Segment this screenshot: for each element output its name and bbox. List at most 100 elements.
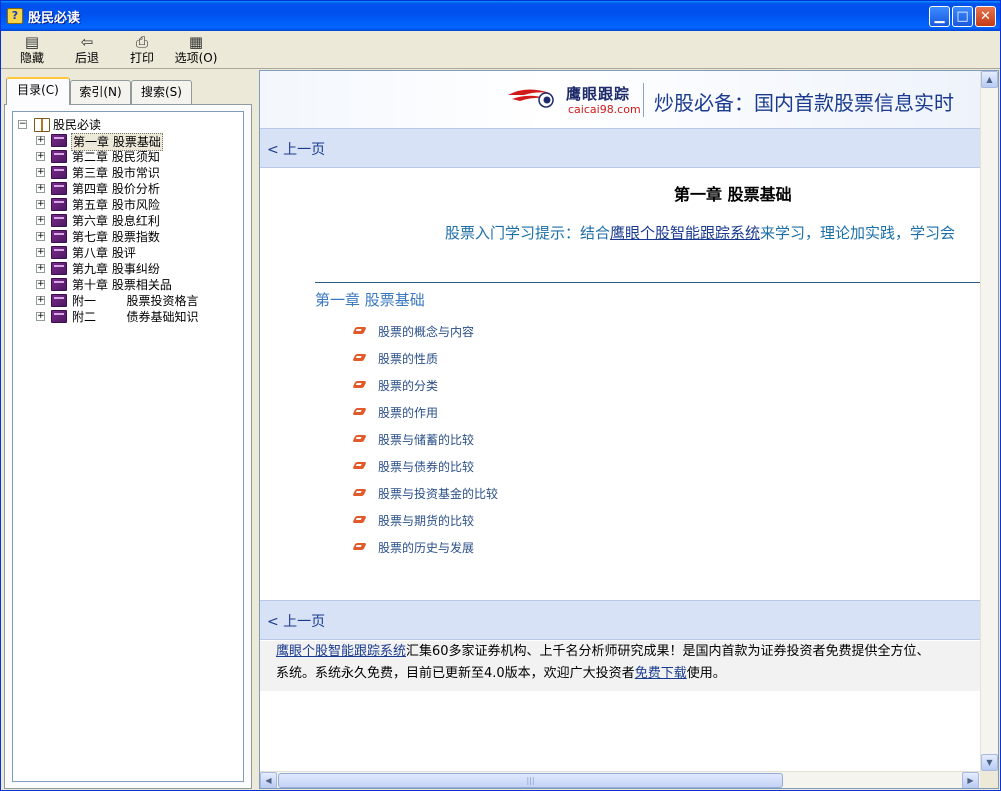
- help-file-icon: ?: [7, 8, 23, 24]
- horizontal-scroll-thumb[interactable]: |||: [278, 773, 783, 788]
- expand-icon[interactable]: +: [36, 184, 45, 193]
- tree-item[interactable]: + 第二章 股民须知: [13, 149, 243, 165]
- tree-item[interactable]: + 第六章 股息红利: [13, 213, 243, 229]
- footer-text-1: 汇集60多家证券机构、上千名分析师研究成果！是国内首款为证券投资者免费提供全方位…: [406, 644, 930, 659]
- tree-item-label: 第五章 股市风险: [72, 198, 160, 212]
- prev-page-link-bottom[interactable]: < 上一页: [267, 611, 325, 631]
- tree-item[interactable]: + 附二 债券基础知识: [13, 309, 243, 325]
- minimize-button[interactable]: ▁: [929, 6, 950, 27]
- expand-icon[interactable]: +: [36, 296, 45, 305]
- expand-icon[interactable]: +: [36, 216, 45, 225]
- tree-item-label: 第八章 股评: [72, 246, 136, 260]
- toc-item-label[interactable]: 股票与投资基金的比较: [378, 485, 498, 503]
- options-icon: ▦: [188, 33, 204, 51]
- expand-icon[interactable]: +: [36, 200, 45, 209]
- pencil-bullet-icon: [352, 489, 367, 496]
- book-icon: [51, 198, 67, 211]
- tree-item[interactable]: + 第四章 股价分析: [13, 181, 243, 197]
- tree-item[interactable]: + 第十章 股票相关品: [13, 277, 243, 293]
- tab-contents[interactable]: 目录(C): [6, 77, 70, 105]
- hide-button-label: 隐藏: [19, 51, 44, 65]
- collapse-icon[interactable]: −: [18, 120, 27, 129]
- toc-item-label[interactable]: 股票的作用: [378, 404, 438, 422]
- scroll-left-icon[interactable]: ◀: [260, 772, 277, 788]
- footer-line-2: 系统。系统永久免费，目前已更新至4.0版本，欢迎广大投资者免费下载使用。: [276, 663, 980, 685]
- vertical-scrollbar[interactable]: ▲ ▼: [980, 71, 998, 771]
- tree-item[interactable]: + 第七章 股票指数: [13, 229, 243, 245]
- print-button[interactable]: ⎙ 打印: [125, 33, 159, 69]
- toc-item-label[interactable]: 股票与储蓄的比较: [378, 431, 474, 449]
- tab-search[interactable]: 搜索(S): [131, 80, 192, 104]
- footer-line-1: 鹰眼个股智能跟踪系统汇集60多家证券机构、上千名分析师研究成果！是国内首款为证券…: [276, 641, 980, 663]
- book-icon: [51, 230, 67, 243]
- promo-footer: 鹰眼个股智能跟踪系统汇集60多家证券机构、上千名分析师研究成果！是国内首款为证券…: [260, 641, 980, 691]
- maximize-button[interactable]: □: [952, 6, 973, 27]
- contents-panel: − 股民必读 + 第一章 股票基础 + 第二章 股民须知 + 第三章 股市常识 …: [4, 104, 252, 789]
- book-icon: [51, 214, 67, 227]
- navigation-pane: 目录(C) 索引(N) 搜索(S) − 股民必读 + 第一章 股票基础 + 第二…: [4, 73, 252, 789]
- toc-item-label[interactable]: 股票与期货的比较: [378, 512, 474, 530]
- eagle-eye-logo-icon: [508, 89, 554, 108]
- top-nav-bar: < 上一页: [260, 128, 980, 168]
- scroll-up-icon[interactable]: ▲: [981, 71, 998, 88]
- toolbar: ▤ 隐藏 ⇦ 后退 ⎙ 打印 ▦ 选项(O): [1, 31, 1000, 69]
- free-download-link[interactable]: 免费下载: [635, 666, 687, 681]
- toc-item-label[interactable]: 股票的概念与内容: [378, 323, 474, 341]
- tracking-system-link[interactable]: 鹰眼个股智能跟踪系统: [610, 224, 760, 242]
- tree-item[interactable]: + 第三章 股市常识: [13, 165, 243, 181]
- book-icon: [51, 166, 67, 179]
- expand-icon[interactable]: +: [36, 168, 45, 177]
- expand-icon[interactable]: +: [36, 312, 45, 321]
- banner-divider: [643, 83, 644, 117]
- footer-system-link[interactable]: 鹰眼个股智能跟踪系统: [276, 644, 406, 659]
- tree-item[interactable]: + 附一 股票投资格言: [13, 293, 243, 309]
- toc-item-label[interactable]: 股票的历史与发展: [378, 539, 474, 557]
- title-bar[interactable]: ? 股民必读 ▁ □ ✕: [1, 1, 1000, 31]
- options-button[interactable]: ▦ 选项(O): [173, 33, 219, 69]
- tree-root[interactable]: − 股民必读: [13, 117, 243, 133]
- tree-item-label: 第九章 股事纠纷: [72, 262, 160, 276]
- horizontal-scrollbar[interactable]: ◀ ||| ▶: [260, 771, 980, 788]
- toc-item-label[interactable]: 股票与债券的比较: [378, 458, 474, 476]
- book-icon: [51, 150, 67, 163]
- expand-icon[interactable]: +: [36, 152, 45, 161]
- expand-icon[interactable]: +: [36, 280, 45, 289]
- toc-item-label[interactable]: 股票的性质: [378, 350, 438, 368]
- expand-icon[interactable]: +: [36, 232, 45, 241]
- toc-heading: 第一章 股票基础: [315, 291, 425, 309]
- tree-item[interactable]: + 第一章 股票基础: [13, 133, 243, 151]
- scrollbar-corner: [980, 771, 998, 788]
- tab-index[interactable]: 索引(N): [70, 80, 131, 104]
- pencil-bullet-icon: [352, 354, 367, 361]
- logo-text: 鹰眼跟踪: [566, 85, 631, 103]
- chapter-title: 第一章 股票基础: [674, 185, 792, 204]
- expand-icon[interactable]: +: [36, 248, 45, 257]
- toc-item-label[interactable]: 股票的分类: [378, 377, 438, 395]
- pencil-bullet-icon: [352, 381, 367, 388]
- scroll-down-icon[interactable]: ▼: [981, 754, 998, 771]
- tree-item[interactable]: + 第九章 股事纠纷: [13, 261, 243, 277]
- hide-pane-icon: ▤: [24, 33, 40, 51]
- expand-icon[interactable]: +: [36, 264, 45, 273]
- book-icon: [51, 182, 67, 195]
- back-button[interactable]: ⇦ 后退: [70, 33, 104, 69]
- tree-item-label: 第六章 股息红利: [72, 214, 160, 228]
- pencil-bullet-icon: [352, 516, 367, 523]
- tree-root-label: 股民必读: [53, 118, 102, 132]
- bottom-nav-bar: < 上一页: [260, 600, 980, 640]
- tree-item[interactable]: + 第五章 股市风险: [13, 197, 243, 213]
- book-icon: [51, 310, 67, 323]
- expand-icon[interactable]: +: [36, 136, 45, 145]
- footer-text-2: 系统。系统永久免费，目前已更新至4.0版本，欢迎广大投资者: [276, 666, 635, 681]
- tree-item-label: 附一 股票投资格言: [72, 294, 199, 308]
- hide-button[interactable]: ▤ 隐藏: [15, 33, 49, 69]
- book-icon: [51, 134, 67, 147]
- pencil-bullet-icon: [352, 435, 367, 442]
- prev-page-link-top[interactable]: < 上一页: [267, 139, 325, 159]
- scroll-right-icon[interactable]: ▶: [962, 772, 979, 788]
- close-button[interactable]: ✕: [975, 6, 996, 27]
- print-button-label: 打印: [129, 51, 154, 65]
- tree-item[interactable]: + 第八章 股评: [13, 245, 243, 261]
- site-banner: 鹰眼跟踪 caicai98.com 炒股必备：国内首款股票信息实时: [260, 71, 980, 128]
- pane-splitter[interactable]: [253, 71, 258, 789]
